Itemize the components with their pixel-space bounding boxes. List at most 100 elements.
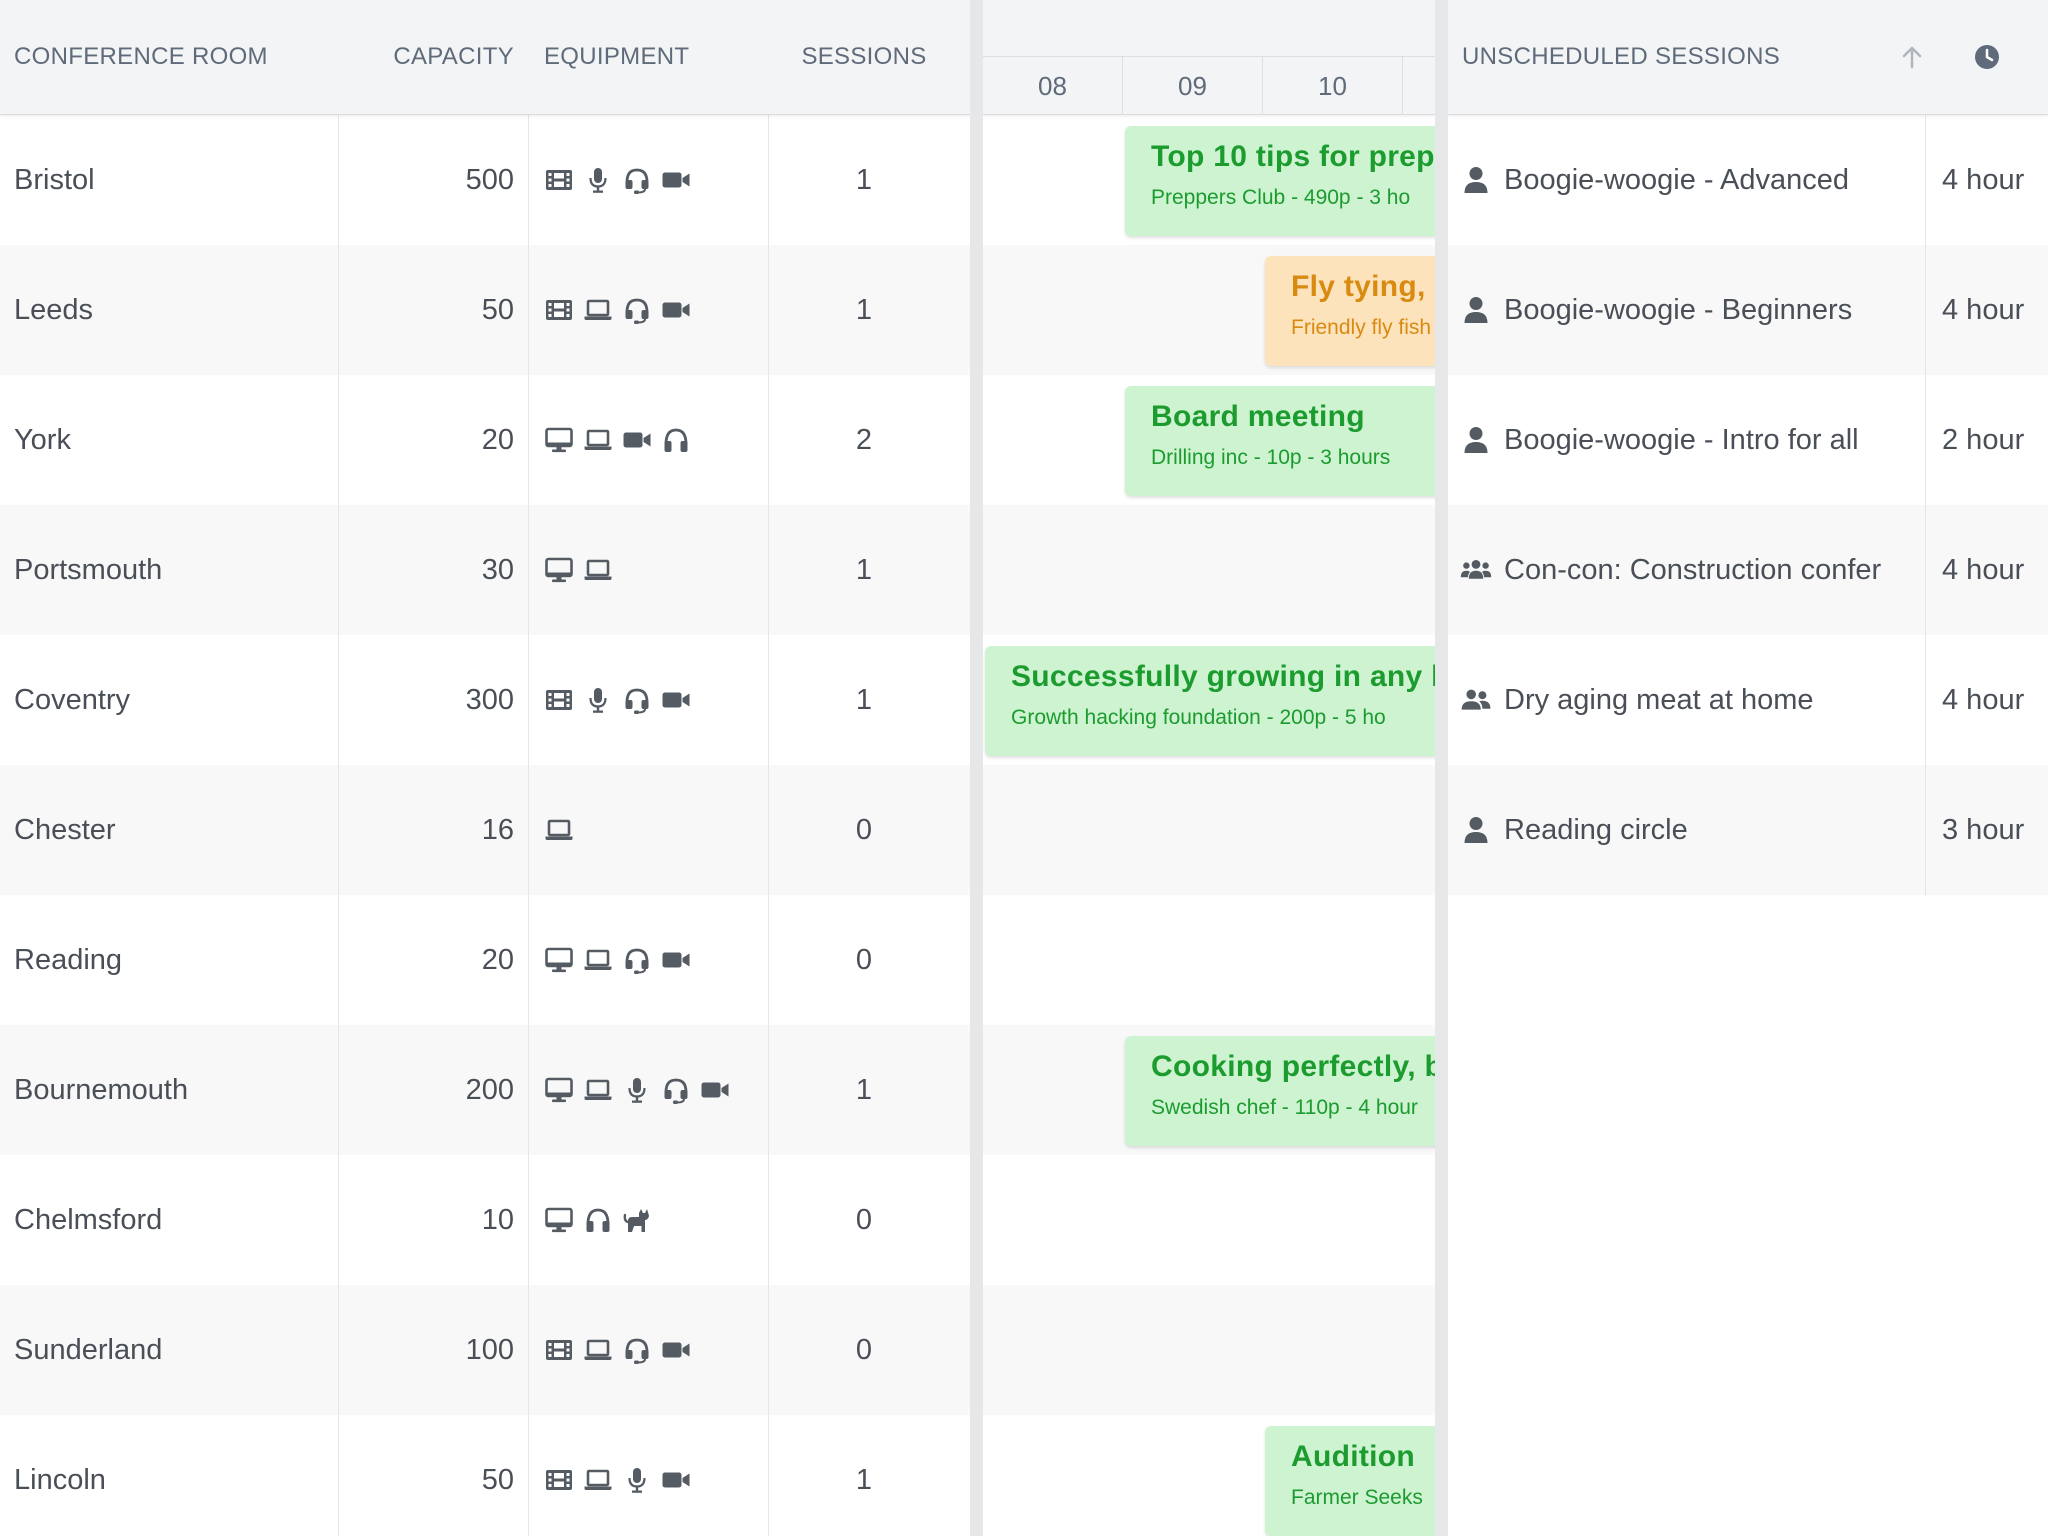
column-divider[interactable] xyxy=(528,0,529,1536)
laptop-icon xyxy=(544,815,574,845)
table-row[interactable]: Portsmouth 30 1 xyxy=(0,505,970,635)
table-row[interactable]: Chelmsford 10 0 xyxy=(0,1155,970,1285)
video-camera-icon xyxy=(661,945,691,975)
event-bar[interactable]: Audition Farmer Seeks xyxy=(1265,1426,1435,1536)
table-row[interactable]: Sunderland 100 0 xyxy=(0,1285,970,1415)
column-divider[interactable] xyxy=(1925,0,1926,896)
room-name: Bristol xyxy=(14,163,95,196)
desktop-icon xyxy=(544,945,574,975)
unscheduled-row[interactable]: Reading circle 3 hour xyxy=(1448,765,2048,895)
event-bar[interactable]: Successfully growing in any b Growth hack… xyxy=(985,646,1435,756)
timeline-row[interactable] xyxy=(983,765,1435,895)
user-icon xyxy=(1460,294,1492,326)
event-subtitle: Drilling inc - 10p - 3 hours xyxy=(1151,446,1391,469)
room-capacity: 200 xyxy=(465,1073,514,1106)
headset-icon xyxy=(661,1075,691,1105)
session-name: Boogie-woogie - Advanced xyxy=(1504,163,1850,196)
timeline-row[interactable] xyxy=(983,895,1435,1025)
column-header-conference-room[interactable]: CONFERENCE ROOM xyxy=(14,0,334,114)
column-divider[interactable] xyxy=(338,0,339,1536)
timeline: 08 09 10 Top 10 tips for prepp Preppers Clu… xyxy=(983,0,1435,1536)
room-sessions: 0 xyxy=(855,1333,873,1366)
time-tick: 09 xyxy=(1123,57,1263,115)
mic-icon xyxy=(622,1075,652,1105)
video-camera-icon xyxy=(700,1075,730,1105)
laptop-icon xyxy=(583,555,613,585)
desktop-icon xyxy=(544,1075,574,1105)
video-camera-icon xyxy=(661,1465,691,1495)
equipment-icons xyxy=(544,815,574,845)
event-bar[interactable]: Board meeting Drilling inc - 10p - 3 hour… xyxy=(1125,386,1435,496)
session-duration: 4 hour xyxy=(1942,683,2025,716)
video-camera-icon xyxy=(622,425,652,455)
session-name-cell: Dry aging meat at home xyxy=(1460,635,1923,765)
table-row[interactable]: Coventry 300 1 xyxy=(0,635,970,765)
event-bar[interactable]: Fly tying, ir Friendly fly fish xyxy=(1265,256,1435,366)
room-capacity: 20 xyxy=(481,423,514,456)
video-camera-icon xyxy=(661,1335,691,1365)
column-header-sessions[interactable]: SESSIONS xyxy=(769,0,969,114)
headset-icon xyxy=(622,685,652,715)
user-icon xyxy=(1460,164,1492,196)
column-header-capacity[interactable]: CAPACITY xyxy=(339,0,514,114)
room-equipment xyxy=(544,245,764,375)
room-equipment xyxy=(544,505,764,635)
table-row[interactable]: Bournemouth 200 1 xyxy=(0,1025,970,1155)
unscheduled-row[interactable]: Boogie-woogie - Advanced 4 hour xyxy=(1448,115,2048,245)
event-subtitle: Preppers Club - 490p - 3 ho xyxy=(1151,186,1411,209)
equipment-icons xyxy=(544,1205,652,1235)
session-name: Dry aging meat at home xyxy=(1504,683,1814,716)
video-camera-icon xyxy=(661,295,691,325)
film-icon xyxy=(544,295,574,325)
room-name: Leeds xyxy=(14,293,94,326)
column-header-equipment[interactable]: EQUIPMENT xyxy=(544,0,764,114)
room-sessions: 0 xyxy=(855,813,873,846)
pane-splitter[interactable] xyxy=(1435,0,1448,1536)
room-capacity: 20 xyxy=(481,943,514,976)
headset-icon xyxy=(622,945,652,975)
timeline-header: 08 09 10 xyxy=(983,0,1435,115)
room-sessions: 1 xyxy=(855,163,873,196)
room-sessions: 0 xyxy=(855,943,873,976)
equipment-icons xyxy=(544,295,691,325)
video-camera-icon xyxy=(661,165,691,195)
table-row[interactable]: Lincoln 50 1 xyxy=(0,1415,970,1536)
unscheduled-row[interactable]: Dry aging meat at home 4 hour xyxy=(1448,635,2048,765)
event-bar[interactable]: Top 10 tips for prepp Preppers Club - 490… xyxy=(1125,126,1435,236)
room-name: Reading xyxy=(14,943,123,976)
table-row[interactable]: York 20 2 xyxy=(0,375,970,505)
cat-icon xyxy=(622,1205,652,1235)
equipment-icons xyxy=(544,425,691,455)
table-row[interactable]: Reading 20 0 xyxy=(0,895,970,1025)
resource-grid-header: CONFERENCE ROOM CAPACITY EQUIPMENT SESSI… xyxy=(0,0,970,115)
event-subtitle: Swedish chef - 110p - 4 hour xyxy=(1151,1096,1418,1119)
pane-splitter[interactable] xyxy=(970,0,983,1536)
timeline-row[interactable] xyxy=(983,1155,1435,1285)
unscheduled-row[interactable]: Boogie-woogie - Beginners 4 hour xyxy=(1448,245,2048,375)
unscheduled-row[interactable]: Con-con: Construction confer 4 hour xyxy=(1448,505,2048,635)
session-name: Boogie-woogie - Beginners xyxy=(1504,293,1853,326)
video-camera-icon xyxy=(661,685,691,715)
event-bar[interactable]: Cooking perfectly, b Swedish chef - 110p … xyxy=(1125,1036,1435,1146)
table-row[interactable]: Leeds 50 1 xyxy=(0,245,970,375)
table-row[interactable]: Bristol 500 1 xyxy=(0,115,970,245)
room-name: Portsmouth xyxy=(14,553,163,586)
room-capacity: 30 xyxy=(481,553,514,586)
clock-icon[interactable] xyxy=(1926,0,2048,114)
room-name: Lincoln xyxy=(14,1463,106,1496)
column-divider[interactable] xyxy=(768,0,769,1536)
room-equipment xyxy=(544,635,764,765)
timeline-row[interactable] xyxy=(983,505,1435,635)
session-duration: 4 hour xyxy=(1942,553,2025,586)
equipment-icons xyxy=(544,1075,730,1105)
room-equipment xyxy=(544,1025,764,1155)
unscheduled-row[interactable]: Boogie-woogie - Intro for all 2 hour xyxy=(1448,375,2048,505)
session-name-cell: Reading circle xyxy=(1460,765,1923,895)
session-name-cell: Boogie-woogie - Beginners xyxy=(1460,245,1923,375)
timeline-row[interactable] xyxy=(983,1285,1435,1415)
table-row[interactable]: Chester 16 0 xyxy=(0,765,970,895)
user-icon xyxy=(1460,814,1492,846)
room-equipment xyxy=(544,765,764,895)
column-header-unscheduled-sessions[interactable]: UNSCHEDULED SESSIONS xyxy=(1462,0,1882,114)
session-name-cell: Boogie-woogie - Advanced xyxy=(1460,115,1923,245)
